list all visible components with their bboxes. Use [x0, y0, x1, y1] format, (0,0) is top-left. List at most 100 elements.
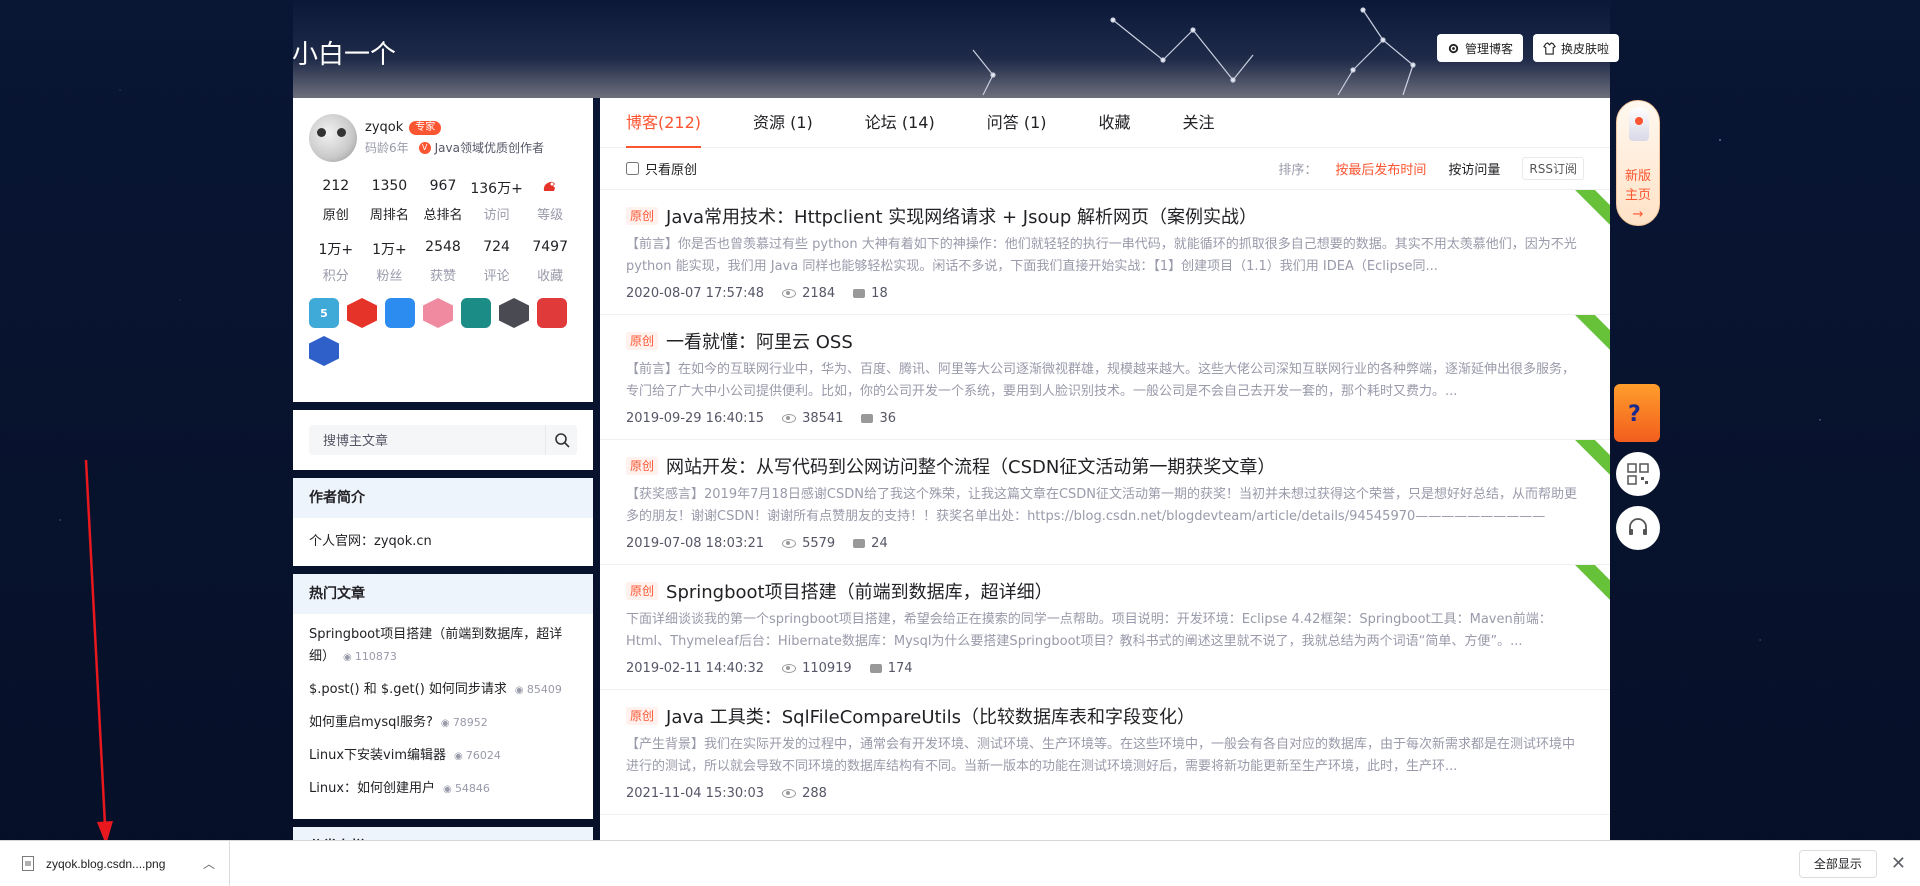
search-icon	[554, 433, 570, 448]
stat-value: 212	[322, 178, 350, 194]
hot-article-item[interactable]: Linux：如何创建用户 54846	[309, 778, 577, 801]
top-buttons: 管理博客 换皮肤啦	[1437, 34, 1620, 62]
only-original-toggle[interactable]: 只看原创	[626, 159, 697, 178]
article-title[interactable]: Springboot项目搭建（前端到数据库，超详细）	[666, 578, 1053, 604]
article-title[interactable]: Java常用技术：Httpclient 实现网络请求 + Jsoup 解析网页（…	[666, 203, 1257, 229]
only-original-checkbox[interactable]	[626, 162, 639, 175]
original-tag: 原创	[626, 207, 659, 225]
article-title[interactable]: 网站开发：从写代码到公网访问整个流程（CSDN征文活动第一期获奖文章）	[666, 453, 1275, 479]
stat-label: 访问	[483, 208, 510, 223]
chevron-up-icon[interactable]: ︿	[203, 855, 215, 872]
original-tag: 原创	[626, 707, 659, 725]
stat-label: 等级	[537, 208, 564, 223]
stat-fans[interactable]: 1万+ 粉丝	[363, 239, 417, 284]
blog-search-input[interactable]	[309, 432, 545, 448]
search-button[interactable]	[545, 425, 577, 455]
sort-label: 排序：	[1278, 163, 1318, 178]
tab-0[interactable]: 博客(212)	[626, 98, 702, 148]
qrcode-button[interactable]	[1616, 452, 1660, 496]
article-views: 288	[782, 786, 827, 801]
hot-article-title: Linux：如何创建用户	[309, 781, 436, 796]
download-file-name: zyqok.blog.csdn....png	[46, 856, 166, 871]
new-homepage-button[interactable]: 新版 主页 →	[1616, 100, 1660, 226]
comment-icon	[853, 289, 866, 298]
article-item[interactable]: 原创 一看就懂：阿里云 OSS 【前言】在如今的互联网行业中，华为、百度、腾讯、阿里…	[600, 315, 1610, 440]
blog-search-box	[309, 425, 577, 455]
medal-blue-rocket-icon[interactable]	[309, 336, 339, 366]
author-intro-card: 作者简介 个人官网：zyqok.cn	[293, 478, 593, 566]
article-title[interactable]: Java 工具类：SqlFileCompareUtils（比较数据库表和字段变化…	[666, 703, 1195, 729]
article-summary: 【产生背景】我们在实际开发的过程中，通常会有开发环境、测试环境、生产环境等。在这…	[626, 737, 1576, 774]
close-icon[interactable]: ✕	[1891, 853, 1906, 874]
stat-value: 7497	[532, 239, 568, 255]
sort-by-views[interactable]: 按访问量	[1448, 159, 1500, 178]
article-comment-count: 36	[879, 411, 896, 426]
article-summary: 【获奖感言】2019年7月18日感谢CSDN给了我这个殊荣，让我这篇文章在CSD…	[626, 487, 1578, 524]
stat-level[interactable]: 等级	[523, 178, 577, 223]
hot-article-item[interactable]: $.post() 和 $.get() 如何同步请求 85409	[309, 679, 577, 702]
change-skin-button[interactable]: 换皮肤啦	[1533, 34, 1620, 62]
avatar[interactable]	[309, 114, 357, 162]
medal-blue-mask-icon[interactable]	[385, 298, 415, 328]
new-homepage-label: 新版 主页	[1624, 169, 1651, 203]
arrow-right-icon: →	[1632, 207, 1644, 222]
content-tabs: 博客(212) 资源 (1) 论坛 (14) 问答 (1) 收藏 关注	[600, 98, 1610, 148]
article-views: 110919	[782, 661, 852, 676]
medal-dark-card-icon[interactable]	[499, 298, 529, 328]
download-item[interactable]: zyqok.blog.csdn....png ︿	[0, 840, 230, 886]
article-item[interactable]: 原创 Java 工具类：SqlFileCompareUtils（比较数据库表和字段…	[600, 690, 1610, 815]
comment-icon	[853, 539, 866, 548]
stat-label: 总排名	[423, 208, 463, 223]
stat-value: 1350	[371, 178, 408, 194]
hot-article-views: 85409	[515, 683, 562, 696]
profile-name[interactable]: zyqok	[365, 120, 403, 135]
only-original-label: 只看原创	[645, 163, 698, 178]
mystery-box-icon[interactable]: ?	[1614, 384, 1660, 442]
sort-by-latest[interactable]: 按最后发布时间	[1335, 159, 1426, 178]
article-view-count: 5579	[802, 536, 836, 551]
article-title-row: 原创 Java 工具类：SqlFileCompareUtils（比较数据库表和字段…	[626, 704, 1584, 728]
hot-article-item[interactable]: Springboot项目搭建（前端到数据库，超详细）110873	[309, 624, 577, 669]
hot-articles-heading: 热门文章	[293, 574, 593, 614]
article-title-row: 原创 Springboot项目搭建（前端到数据库，超详细）	[626, 579, 1584, 603]
article-views: 5579	[782, 536, 835, 551]
rocket-icon	[1629, 107, 1649, 141]
eye-icon	[782, 289, 797, 298]
article-item[interactable]: 原创 Java常用技术：Httpclient 实现网络请求 + Jsoup 解析网…	[600, 190, 1610, 315]
tab-1[interactable]: 资源 (1)	[753, 98, 813, 147]
medal-red-pen-icon[interactable]	[537, 298, 567, 328]
tab-3[interactable]: 问答 (1)	[987, 98, 1047, 147]
medal-pink-avatar-icon[interactable]	[423, 298, 453, 328]
hot-articles-list: Springboot项目搭建（前端到数据库，超详细）110873 $.post()…	[293, 614, 593, 819]
medal-red-hex-icon[interactable]	[347, 298, 377, 328]
article-title[interactable]: 一看就懂：阿里云 OSS	[666, 328, 853, 354]
stat-label: 原创	[322, 208, 349, 223]
show-all-downloads-button[interactable]: 全部显示	[1798, 849, 1877, 878]
stat-week-rank[interactable]: 1350 周排名	[363, 178, 417, 223]
medal-teal-list-icon[interactable]	[461, 298, 491, 328]
tab-4[interactable]: 收藏	[1099, 98, 1131, 147]
hot-article-item[interactable]: Linux下安装vim编辑器 76024	[309, 745, 577, 768]
stat-original[interactable]: 212 原创	[309, 178, 363, 223]
tab-5[interactable]: 关注	[1183, 98, 1215, 147]
stats-row-2: 1万+ 积分 1万+ 粉丝 2548 获赞 724 评论 7497 收藏	[309, 239, 577, 284]
article-view-count: 288	[802, 786, 827, 801]
medal-5-years-icon[interactable]: 5	[309, 298, 339, 328]
eye-icon	[782, 414, 797, 423]
hot-article-item[interactable]: 如何重启mysql服务? 78952	[309, 712, 577, 735]
gear-icon	[1448, 43, 1459, 53]
code-age: 码龄6年	[365, 141, 409, 155]
hot-article-title: 如何重启mysql服务?	[309, 715, 433, 730]
stat-total-rank[interactable]: 967 总排名	[416, 178, 470, 223]
verified-icon: V	[418, 141, 431, 154]
customer-service-button[interactable]	[1616, 506, 1660, 550]
rss-subscribe-button[interactable]: RSS订阅	[1522, 157, 1584, 180]
article-item[interactable]: 原创 Springboot项目搭建（前端到数据库，超详细） 下面详细谈谈我的第一个s…	[600, 565, 1610, 690]
tab-2[interactable]: 论坛 (14)	[865, 98, 935, 147]
article-item[interactable]: 原创 网站开发：从写代码到公网访问整个流程（CSDN征文活动第一期获奖文章） 【获奖…	[600, 440, 1610, 565]
profile-card: zyqok 专家 码龄6年 V Java领域优质创作者 212 原创 1350 周排…	[293, 98, 593, 402]
hot-article-views: 110873	[343, 650, 397, 663]
article-comment-count: 18	[871, 286, 888, 301]
hot-article-views: 78952	[441, 716, 488, 729]
manage-blog-button[interactable]: 管理博客	[1437, 34, 1524, 62]
